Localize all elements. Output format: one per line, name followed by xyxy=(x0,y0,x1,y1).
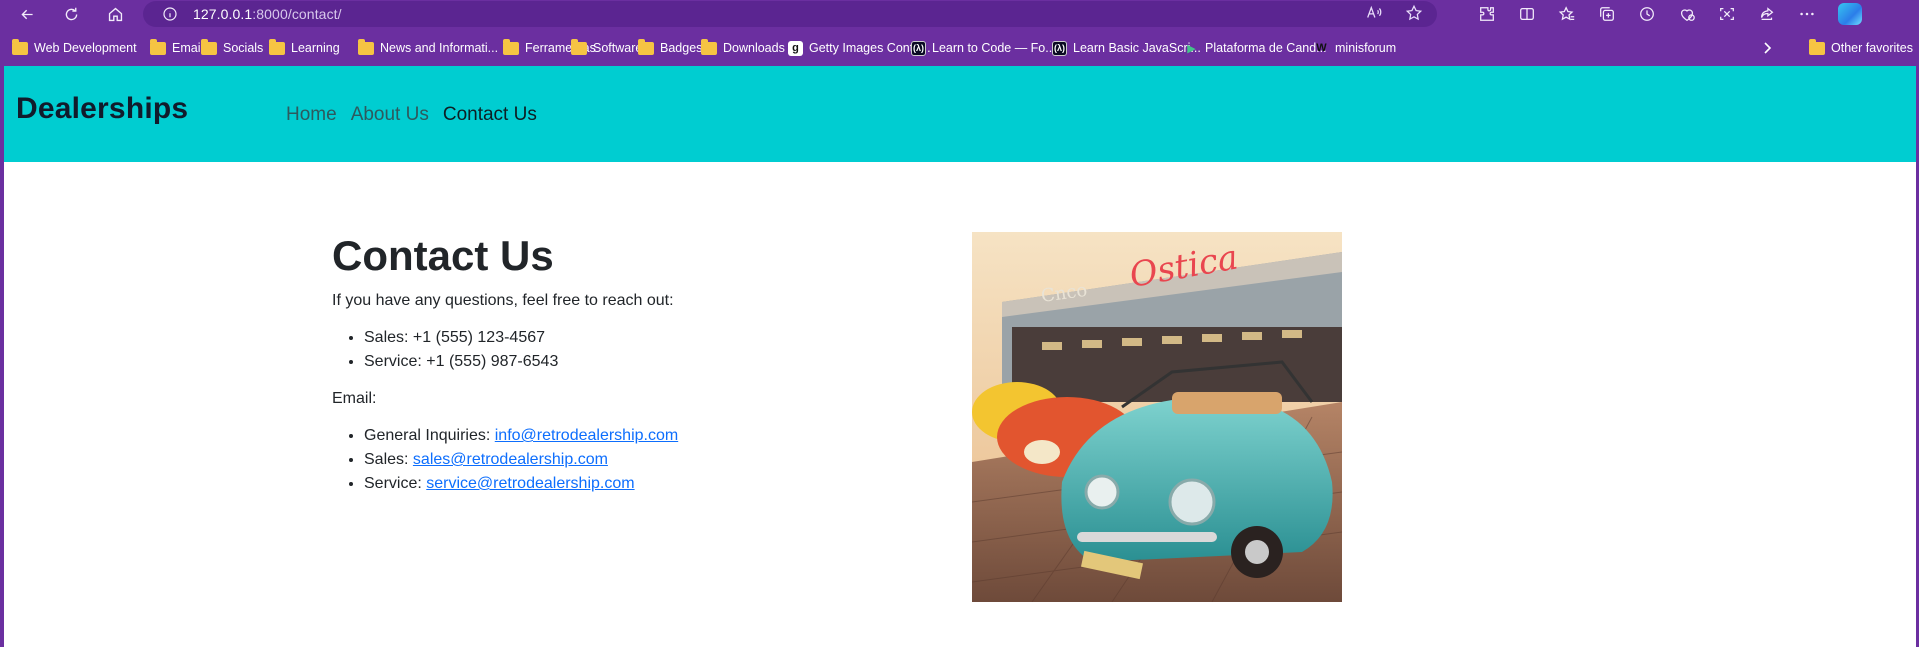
browser-toolbar: 127.0.0.1:8000/contact/ xyxy=(0,0,1919,28)
refresh-icon[interactable] xyxy=(53,0,89,28)
bookmark-label: News and Informati... xyxy=(380,41,499,55)
phone-list: Sales: +1 (555) 123-4567 Service: +1 (55… xyxy=(332,326,912,374)
home-icon[interactable] xyxy=(97,0,133,28)
folder-icon xyxy=(358,38,374,55)
bookmark-item[interactable]: ▶ Plataforma de Cand... xyxy=(1180,41,1331,56)
url-path: :8000/contact/ xyxy=(252,6,342,22)
email-label: Service: xyxy=(364,475,422,493)
dealership-car-image: Ostica Cnco xyxy=(972,232,1342,602)
bookmark-label: Plataforma de Cand... xyxy=(1205,41,1327,55)
bookmark-item[interactable]: Learning xyxy=(265,38,344,55)
folder-icon xyxy=(150,38,166,55)
url-text[interactable]: 127.0.0.1:8000/contact/ xyxy=(193,6,342,22)
split-screen-icon[interactable] xyxy=(1518,5,1536,23)
minisforum-icon: W xyxy=(1316,42,1327,54)
folder-icon xyxy=(201,38,217,55)
brand-logo[interactable]: Dealerships xyxy=(16,92,188,126)
nav-home-link[interactable]: Home xyxy=(286,104,337,126)
nav-contact-link[interactable]: Contact Us xyxy=(443,104,537,126)
email-link-sales[interactable]: sales@retrodealership.com xyxy=(413,451,608,468)
bookmark-label: Socials xyxy=(223,41,264,55)
contact-intro: If you have any questions, feel free to … xyxy=(332,292,674,310)
phone-value: +1 (555) 123-4567 xyxy=(412,329,546,347)
performance-icon[interactable] xyxy=(1678,5,1696,23)
contact-section: Contact Us If you have any questions, fe… xyxy=(332,232,912,496)
freecodecamp-icon: (λ) xyxy=(1052,40,1067,56)
bookmark-item[interactable]: Wminisforum xyxy=(1310,41,1400,56)
bookmark-item[interactable]: Web Development xyxy=(8,38,141,55)
bookmark-item[interactable]: Badges xyxy=(634,38,706,55)
email-heading: Email: xyxy=(332,390,377,408)
read-aloud-icon[interactable] xyxy=(1365,4,1383,22)
email-link-service[interactable]: service@retrodealership.com xyxy=(426,475,634,492)
folder-icon xyxy=(638,38,654,55)
back-icon[interactable] xyxy=(9,0,45,28)
folder-icon xyxy=(12,38,28,55)
collections-icon[interactable] xyxy=(1598,5,1616,23)
nav-about-link[interactable]: About Us xyxy=(351,104,429,126)
bookmark-label: Learn to Code — Fo... xyxy=(932,41,1056,55)
email-label: General Inquiries: xyxy=(364,427,491,445)
phone-value: +1 (555) 987-6543 xyxy=(426,353,559,371)
bookmark-label: Learning xyxy=(291,41,340,55)
list-item: Service: +1 (555) 987-6543 xyxy=(364,350,912,374)
folder-icon xyxy=(701,38,717,55)
list-item: Service: service@retrodealership.com xyxy=(364,472,912,496)
copilot-icon[interactable] xyxy=(1838,3,1862,25)
bookmark-other-favorites[interactable]: Other favorites xyxy=(1805,36,1917,60)
list-item: General Inquiries: info@retrodealership.… xyxy=(364,424,912,448)
list-item: Sales: +1 (555) 123-4567 xyxy=(364,326,912,350)
bookmark-label: Other favorites xyxy=(1831,41,1913,55)
nav-buttons xyxy=(9,0,133,28)
folder-icon xyxy=(269,38,285,55)
page-viewport: Dealerships Home About Us Contact Us Con… xyxy=(4,66,1916,647)
bookmark-item[interactable]: (λ) Learn to Code — Fo... xyxy=(907,40,1060,56)
bookmark-label: Web Development xyxy=(34,41,137,55)
favorites-icon[interactable] xyxy=(1558,5,1576,23)
more-menu-icon[interactable] xyxy=(1798,5,1816,23)
toolbar-actions xyxy=(1478,0,1862,28)
folder-icon xyxy=(1809,38,1825,55)
extensions-icon[interactable] xyxy=(1478,5,1496,23)
bookmarks-bar: Web Development Email Socials Learning News … xyxy=(0,36,1919,60)
list-item: Sales: sales@retrodealership.com xyxy=(364,448,912,472)
bookmark-label: minisforum xyxy=(1335,41,1397,55)
chevron-right-icon[interactable] xyxy=(1760,40,1774,56)
bookmark-item[interactable]: News and Informati... xyxy=(354,38,502,55)
email-label: Sales: xyxy=(364,451,409,469)
bookmark-item[interactable]: Downloads xyxy=(697,38,789,55)
share-icon[interactable] xyxy=(1758,5,1776,23)
history-icon[interactable] xyxy=(1638,5,1656,23)
bookmark-item[interactable]: Socials xyxy=(197,38,267,55)
screenshot-icon[interactable] xyxy=(1718,5,1736,23)
phone-label: Service: xyxy=(364,353,422,371)
nav-links: Home About Us Contact Us xyxy=(286,104,537,126)
plataforma-icon: ▶ xyxy=(1187,42,1196,55)
folder-icon xyxy=(571,38,587,55)
getty-icon: g xyxy=(788,40,803,56)
freecodecamp-icon: (λ) xyxy=(911,40,926,56)
folder-icon xyxy=(503,38,519,55)
url-host: 127.0.0.1 xyxy=(193,6,253,22)
phone-label: Sales: xyxy=(364,329,409,347)
address-bar[interactable]: 127.0.0.1:8000/contact/ xyxy=(143,1,1437,27)
email-list: General Inquiries: info@retrodealership.… xyxy=(332,424,912,496)
bookmark-label: Downloads xyxy=(723,41,785,55)
favorite-star-icon[interactable] xyxy=(1405,4,1423,22)
site-info-icon[interactable] xyxy=(162,6,178,22)
email-link-general[interactable]: info@retrodealership.com xyxy=(495,427,678,444)
page-title: Contact Us xyxy=(332,232,554,279)
site-navbar: Dealerships Home About Us Contact Us xyxy=(4,66,1916,162)
